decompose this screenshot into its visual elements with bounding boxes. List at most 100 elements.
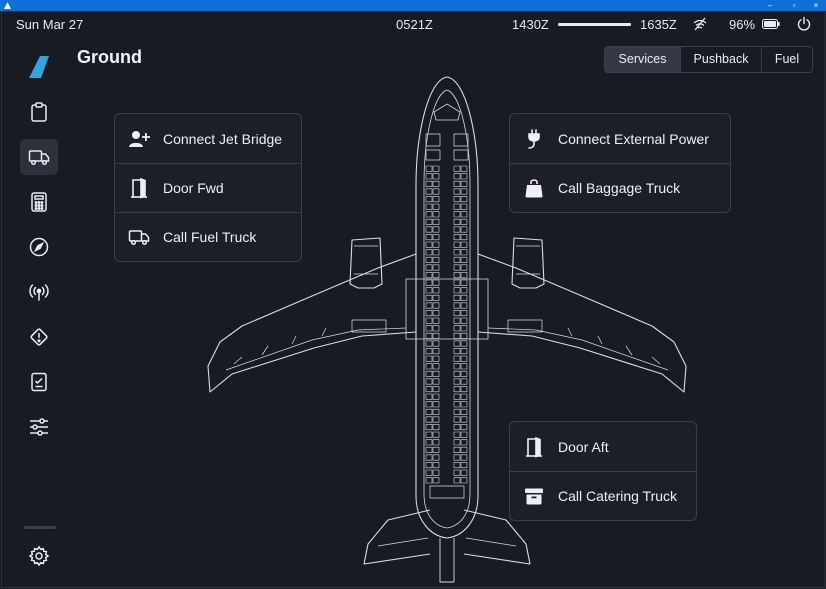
cabin-seat — [425, 211, 433, 218]
sidebar-item-settings[interactable] — [20, 538, 58, 574]
cabin-seat — [460, 431, 468, 438]
cabin-seat — [425, 477, 433, 484]
cabin-seat — [460, 317, 468, 324]
page-title: Ground — [77, 47, 142, 67]
cabin-seat — [460, 196, 468, 203]
battery-percent: 96% — [729, 17, 756, 32]
cabin-seat — [460, 446, 468, 453]
cabin-seat — [425, 469, 433, 476]
connect-jet-bridge-button[interactable]: Connect Jet Bridge — [115, 114, 301, 163]
cabin-seat — [432, 431, 440, 438]
cabin-seat — [425, 249, 433, 256]
cabin-seat — [460, 256, 468, 263]
cabin-seat — [432, 256, 440, 263]
tab-services[interactable]: Services — [605, 47, 680, 72]
call-baggage-truck-button[interactable]: Call Baggage Truck — [510, 163, 730, 212]
tab-fuel[interactable]: Fuel — [761, 47, 812, 72]
cabin-seat — [432, 355, 440, 362]
cabin-seat — [432, 446, 440, 453]
antenna-icon — [29, 284, 49, 301]
cabin-seat — [432, 477, 440, 484]
checklist-icon — [31, 372, 47, 392]
close-button[interactable]: × — [806, 0, 826, 11]
app-icon — [4, 2, 11, 9]
cabin-seat — [432, 287, 440, 294]
cabin-seat — [453, 310, 461, 317]
cabin-seat — [453, 241, 461, 248]
status-date: Sun Mar 27 — [16, 17, 84, 32]
cabin-seat — [432, 363, 440, 370]
cabin-seat — [425, 462, 433, 469]
sidebar-item-calculator[interactable] — [20, 184, 58, 220]
door-fwd-label: Door Fwd — [163, 180, 224, 196]
cabin-seat — [460, 226, 468, 233]
cabin-seat — [425, 226, 433, 233]
clipboard-icon — [31, 102, 47, 122]
sidebar-item-presets[interactable] — [20, 409, 58, 445]
cabin-seat — [460, 173, 468, 180]
cabin-seat — [432, 370, 440, 377]
fuselage-outline — [415, 76, 479, 539]
cabin-seat — [453, 325, 461, 332]
cabin-seat — [453, 218, 461, 225]
cabin-seat — [425, 386, 433, 393]
cabin-seat — [460, 165, 468, 172]
call-fuel-truck-button[interactable]: Call Fuel Truck — [115, 212, 301, 261]
cabin-seat — [425, 203, 433, 210]
cabin-seat — [432, 211, 440, 218]
minimize-button[interactable]: – — [760, 0, 780, 11]
cabin-seat — [460, 218, 468, 225]
cabin-seat — [453, 249, 461, 256]
cabin-seat — [460, 348, 468, 355]
box-icon — [525, 488, 543, 505]
door-fwd-button[interactable]: Door Fwd — [115, 163, 301, 212]
cabin-seat — [425, 294, 433, 301]
cabin-seat — [432, 393, 440, 400]
sidebar-item-checklists[interactable] — [20, 364, 58, 400]
cabin-seat — [425, 424, 433, 431]
cabin-seat — [432, 294, 440, 301]
cabin-seat — [432, 332, 440, 339]
cabin-seat — [460, 211, 468, 218]
tab-pushback[interactable]: Pushback — [680, 47, 761, 72]
status-zulu-time: 0521Z — [396, 17, 433, 32]
ground-tabs: Services Pushback Fuel — [604, 46, 813, 73]
connect-external-power-label: Connect External Power — [558, 130, 709, 147]
cabin-seat — [453, 378, 461, 385]
cabin-seat — [460, 378, 468, 385]
maximize-button[interactable]: ▫ — [784, 0, 804, 11]
flight-end-time: 1635Z — [640, 17, 677, 32]
sidebar-item-dashboard[interactable] — [20, 94, 58, 130]
cabin-seat — [425, 264, 433, 271]
sidebar — [2, 36, 74, 589]
cabin-seat — [453, 196, 461, 203]
cabin-seat — [432, 272, 440, 279]
gear-icon — [28, 545, 50, 567]
cabin-seat — [425, 241, 433, 248]
cabin-seat — [453, 203, 461, 210]
cabin-seat — [425, 348, 433, 355]
cabin-seat — [453, 302, 461, 309]
power-icon[interactable] — [796, 16, 812, 32]
sidebar-item-atc[interactable] — [20, 274, 58, 310]
cabin-seat — [460, 340, 468, 347]
cabin-seat — [453, 424, 461, 431]
cabin-seat — [425, 287, 433, 294]
cabin-seat — [460, 386, 468, 393]
cabin-seat — [425, 317, 433, 324]
cabin-seat — [460, 439, 468, 446]
door-aft-button[interactable]: Door Aft — [510, 422, 696, 471]
cabin-seat — [425, 446, 433, 453]
connect-external-power-button[interactable]: Connect External Power — [510, 114, 730, 163]
cabin-seat — [453, 340, 461, 347]
status-bar: Sun Mar 27 0521Z 1430Z 1635Z 96% — [2, 12, 826, 36]
cabin-seat — [425, 188, 433, 195]
cabin-seat — [432, 401, 440, 408]
sidebar-item-navigation[interactable] — [20, 229, 58, 265]
call-catering-truck-button[interactable]: Call Catering Truck — [510, 471, 696, 520]
cabin-seat — [425, 325, 433, 332]
cabin-seat — [453, 401, 461, 408]
cabin-seat — [453, 462, 461, 469]
sidebar-item-ground[interactable] — [20, 139, 58, 175]
sidebar-item-failures[interactable] — [20, 319, 58, 355]
